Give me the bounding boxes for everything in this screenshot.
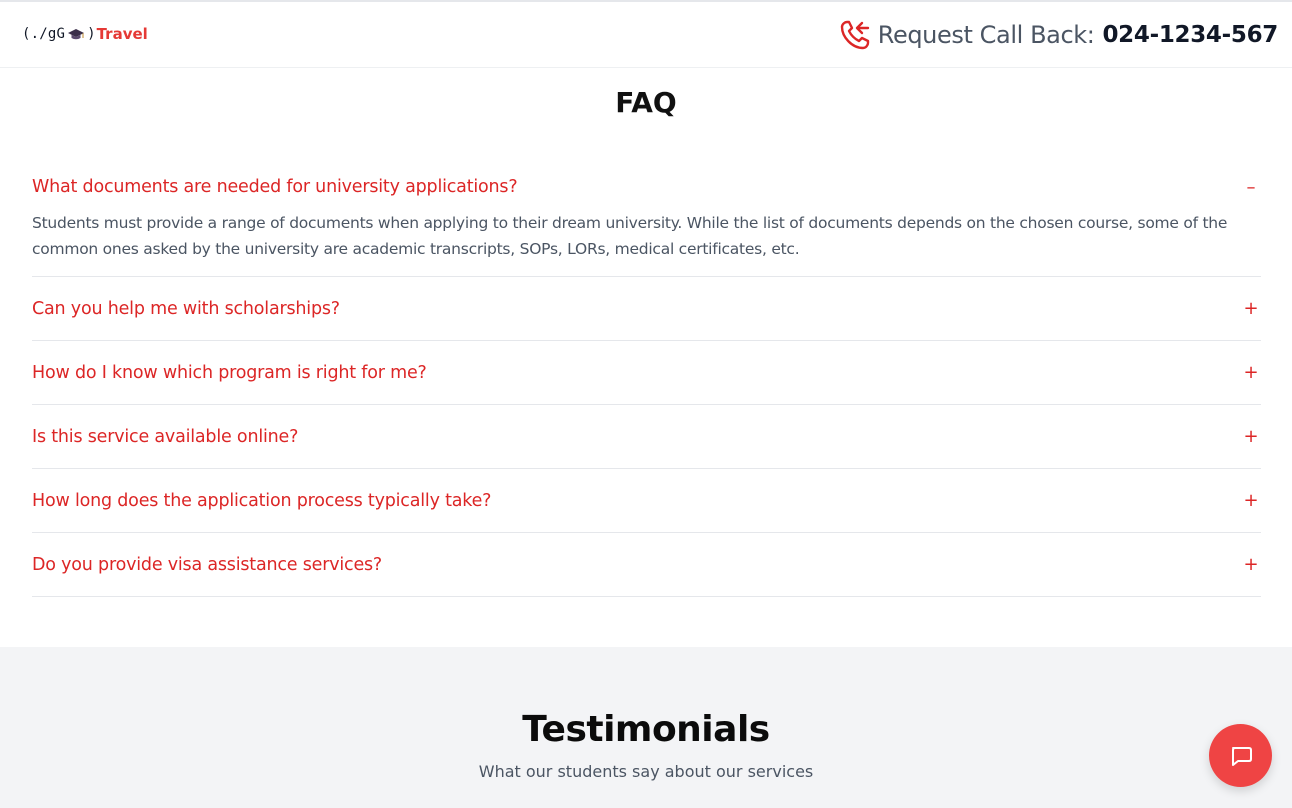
faq-item: Is this service available online? +	[32, 405, 1261, 469]
faq-question-toggle[interactable]: Do you provide visa assistance services?…	[32, 533, 1261, 596]
faq-item: Do you provide visa assistance services?…	[32, 533, 1261, 597]
faq-title: FAQ	[615, 86, 677, 119]
logo-code-text: (./gG	[22, 26, 66, 42]
faq-question-toggle[interactable]: Can you help me with scholarships? +	[32, 277, 1261, 340]
faq-list: What documents are needed for university…	[32, 154, 1261, 597]
faq-question-toggle[interactable]: How long does the application process ty…	[32, 469, 1261, 532]
faq-question-toggle[interactable]: How do I know which program is right for…	[32, 341, 1261, 404]
faq-item: How long does the application process ty…	[32, 469, 1261, 533]
collapse-minus-icon[interactable]: –	[1243, 177, 1259, 198]
site-logo[interactable]: (./gG ) Travel	[22, 24, 148, 44]
logo-brand: Travel	[96, 25, 148, 43]
callback-phone-number[interactable]: 024-1234-567	[1102, 22, 1278, 48]
phone-callback-icon	[838, 18, 872, 52]
faq-question-toggle[interactable]: Is this service available online? +	[32, 405, 1261, 468]
faq-question: How long does the application process ty…	[32, 490, 492, 511]
faq-question: Is this service available online?	[32, 426, 299, 447]
faq-question: How do I know which program is right for…	[32, 362, 427, 383]
testimonials-subtitle: What our students say about our services	[478, 762, 814, 781]
expand-plus-icon[interactable]: +	[1243, 298, 1259, 319]
faq-item: Can you help me with scholarships? +	[32, 277, 1261, 341]
graduation-cap-icon	[67, 27, 85, 41]
expand-plus-icon[interactable]: +	[1243, 554, 1259, 575]
faq-item: How do I know which program is right for…	[32, 341, 1261, 405]
request-callback[interactable]: Request Call Back: 024-1234-567	[838, 18, 1278, 52]
logo-code-suffix: )	[87, 26, 96, 42]
site-header: (./gG ) Travel Request Call Back: 024-12…	[0, 0, 1292, 68]
faq-question: What documents are needed for university…	[32, 177, 518, 197]
faq-item: What documents are needed for university…	[32, 154, 1261, 277]
faq-question: Can you help me with scholarships?	[32, 298, 340, 319]
expand-plus-icon[interactable]: +	[1243, 362, 1259, 383]
chat-bubble-icon	[1231, 746, 1252, 766]
testimonials-section: Testimonials What our students say about…	[0, 647, 1292, 808]
expand-plus-icon[interactable]: +	[1243, 490, 1259, 511]
expand-plus-icon[interactable]: +	[1243, 426, 1259, 447]
callback-label: Request Call Back:	[877, 21, 1095, 49]
faq-answer: Students must provide a range of documen…	[32, 214, 1228, 258]
faq-question: Do you provide visa assistance services?	[32, 554, 383, 575]
chat-button[interactable]	[1209, 724, 1272, 787]
testimonials-title: Testimonials	[522, 709, 770, 750]
